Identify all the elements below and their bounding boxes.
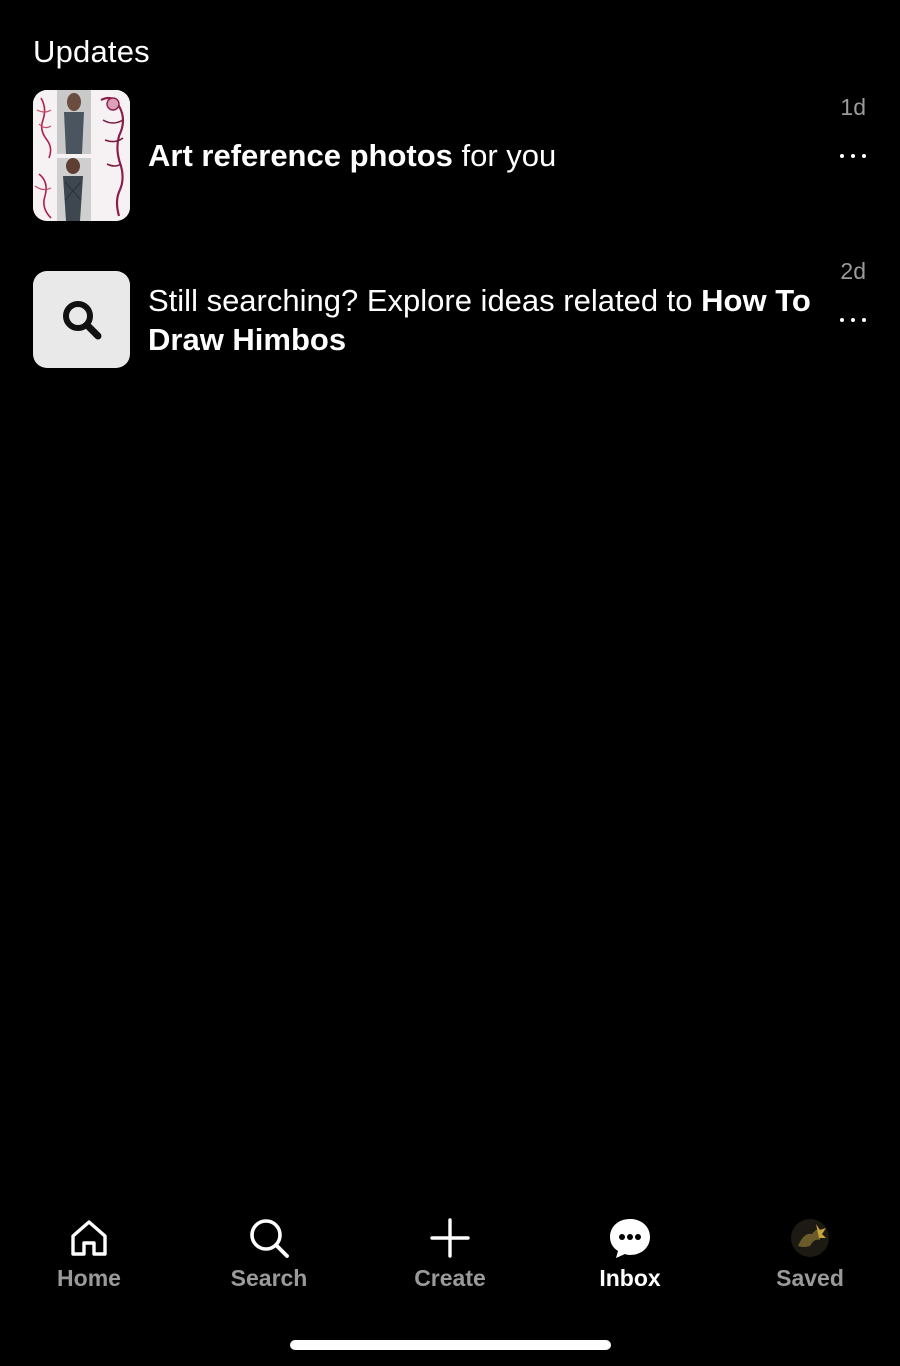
- art-reference-collage-thumbnail[interactable]: [33, 90, 130, 221]
- update-item-still-searching[interactable]: Still searching? Explore ideas related t…: [0, 256, 900, 372]
- more-options-icon[interactable]: [840, 152, 866, 160]
- update-timestamp: 2d: [840, 258, 866, 284]
- update-bold-text: Art reference photos: [148, 138, 453, 173]
- update-normal-text: for you: [452, 138, 557, 173]
- tab-label: Saved: [776, 1265, 844, 1291]
- tab-saved[interactable]: Saved: [740, 1210, 880, 1300]
- tab-create[interactable]: Create: [380, 1210, 520, 1300]
- update-text: Still searching? Explore ideas related t…: [148, 281, 818, 359]
- plus-icon: [430, 1218, 470, 1258]
- update-timestamp: 1d: [840, 94, 866, 120]
- more-options-icon[interactable]: [840, 316, 866, 324]
- home-icon: [71, 1220, 107, 1256]
- tab-label: Inbox: [599, 1265, 661, 1291]
- update-item-art-reference[interactable]: Art reference photos for you 1d: [0, 90, 900, 222]
- bottom-tab-bar: Home Search Create Inbox Saved: [0, 1210, 900, 1310]
- profile-avatar: [791, 1219, 829, 1257]
- search-icon[interactable]: [33, 271, 130, 368]
- search-icon: [250, 1219, 289, 1258]
- tab-label: Home: [57, 1265, 121, 1291]
- section-title: Updates: [33, 34, 150, 69]
- tab-inbox[interactable]: Inbox: [560, 1210, 700, 1300]
- tab-label: Create: [414, 1265, 486, 1291]
- update-text: Art reference photos for you: [148, 136, 808, 175]
- tab-home[interactable]: Home: [19, 1210, 159, 1300]
- tab-search[interactable]: Search: [199, 1210, 339, 1300]
- chat-bubble-icon: [610, 1219, 650, 1258]
- home-indicator: [290, 1340, 611, 1350]
- update-normal-text: Still searching? Explore ideas related t…: [148, 283, 702, 318]
- tab-label: Search: [230, 1265, 308, 1291]
